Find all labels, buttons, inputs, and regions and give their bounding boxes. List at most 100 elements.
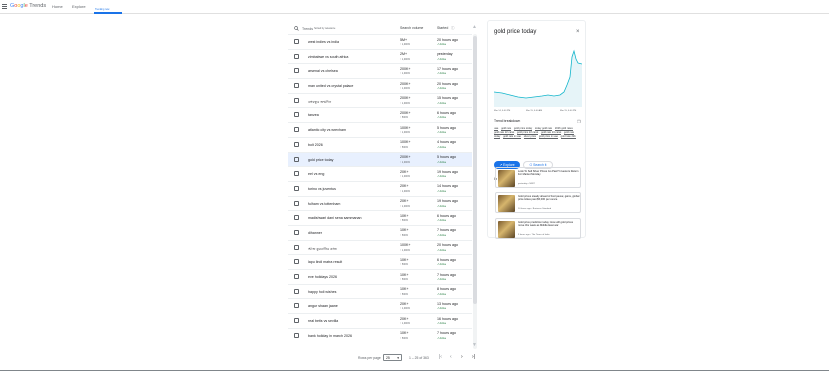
first-page-icon[interactable]: |‹ (439, 354, 442, 360)
breakdown-tag[interactable]: gold rate 22k (560, 135, 576, 139)
copy-icon[interactable]: ❐ (577, 119, 581, 124)
table-row[interactable]: fulham vs tottenham 20K+ ↑ 1,000% 19 hours … (288, 195, 472, 211)
trend-name: bolt 2026 (308, 142, 323, 147)
started-time: 8 hours ago (437, 287, 456, 292)
search-volume: 100K+ (400, 243, 411, 248)
trend-name: atlantic city vs wrexham (308, 128, 346, 133)
row-checkbox[interactable] (294, 303, 299, 309)
started-time: 6 hours ago (437, 257, 456, 262)
table-row[interactable]: tanzea 200K+ ↑ 500% 6 hours ago ↗ Active (288, 107, 472, 122)
started-time: 6 hours ago (437, 213, 456, 218)
row-checkbox[interactable] (294, 97, 299, 103)
status-badge: ↗ Active (437, 146, 446, 149)
trend-name: torino vs juventus (308, 186, 336, 191)
table-row[interactable]: bank holiday in march 2026 10K+ ↑ 500% 7 ho… (288, 327, 472, 343)
breakdown-tag[interactable]: gold rate in uae (503, 135, 521, 139)
volume-change: ↑ 1,000% (400, 43, 410, 46)
scroll-down-icon[interactable]: ▼ (472, 342, 477, 348)
row-checkbox[interactable] (294, 156, 299, 162)
row-checkbox[interactable] (294, 332, 299, 338)
status-badge: ↗ Active (437, 322, 446, 325)
breakdown-tag[interactable]: gold price in uae (538, 135, 558, 139)
news-card[interactable]: Look To Sell Silver Prices Go Past? Inve… (495, 167, 581, 188)
search-volume: 200K+ (400, 155, 411, 159)
search-icon (294, 26, 299, 31)
volume-change: ↑ 1,000% (400, 72, 410, 76)
row-checkbox[interactable] (294, 83, 299, 89)
table-row[interactable]: zimbabwe vs south africa 2M+ ↑ 1,000% yeste… (288, 48, 472, 64)
row-checkbox[interactable] (294, 274, 299, 279)
trend-detail-panel: gold price today × Mar 14, 6:00 PM Mar 1… (487, 20, 586, 239)
table-row[interactable]: lapu lindi matra result 10K+ ↑ 500% 6 hours… (288, 254, 472, 269)
table-row[interactable]: real betis vs sevilla 20K+ ↑ 1,000% 16 hour… (288, 313, 472, 328)
table-row[interactable]: man united vs crystal palace 200K+ ↑ 1,000… (288, 78, 472, 93)
nav-explore[interactable]: Explore (72, 4, 86, 9)
table-row[interactable]: eve holidays 2026 10K+ ↑ 500% 7 hours ago ↗ … (288, 269, 472, 284)
table-row[interactable]: west indies vs india 5M+ ↑ 1,000% 20 hours … (288, 34, 472, 49)
trend-name: eve holidays 2026 (308, 275, 337, 279)
table-row[interactable]: eel vs eng 20K+ ↑ 1,000% 19 hours ago ↗ Acti… (288, 166, 472, 181)
table-row[interactable]: angur shaan jaane 20K+ ↑ 1,000% 13 hours ag… (288, 298, 472, 313)
trend-name: tanzea (308, 113, 319, 118)
rows-per-page-value: 25 (386, 355, 390, 360)
news-card[interactable]: Gold price prediction today: How will go… (495, 218, 581, 239)
trend-name: bank holiday in march 2026 (308, 333, 352, 338)
table-row[interactable]: bolt 2026 100K+ ↑ 500% 4 hours ago ↗ Active (288, 136, 472, 152)
close-icon[interactable]: × (576, 29, 580, 35)
scrollbar-thumb[interactable] (473, 36, 477, 304)
started-time: 15 hours ago (437, 96, 458, 101)
started-time: 14 hours ago (437, 184, 458, 189)
row-checkbox[interactable] (294, 244, 299, 250)
search-volume: 200K+ (400, 110, 411, 115)
status-text: Active (439, 57, 447, 61)
table-row[interactable]: happy holi wishes 10K+ ↑ 500% 8 hours ago ↗ … (288, 283, 472, 299)
row-checkbox[interactable] (294, 318, 299, 324)
trend-name: real betis vs sevilla (308, 319, 339, 324)
trend-name: angur shaan jaane (308, 304, 338, 309)
status-badge: ↗ Active (437, 161, 446, 164)
table-row[interactable]: arsenal vs chelsea 200K+ ↑ 1,000% 17 hours … (288, 63, 472, 78)
rows-per-page-select[interactable]: 25 ▾ (383, 353, 402, 361)
prev-page-icon[interactable]: ‹ (450, 354, 452, 360)
column-header-started[interactable]: Started (437, 26, 448, 30)
search-volume: 10K+ (400, 257, 409, 262)
row-checkbox[interactable] (294, 141, 299, 147)
table-row[interactable]: gold price today 200K+ ↑ 1,000% 5 hours ago… (288, 151, 472, 167)
table-row[interactable]: বঙ্গবন্ধুর জন্মদিন 200K+ ↑ 1,000% 15 hours … (288, 92, 472, 108)
row-checkbox[interactable] (294, 68, 299, 74)
table-row[interactable]: আজ কুরবানির কাজ 100K+ ↑ 1,000% 20 hours ago… (288, 239, 472, 255)
volume-change: ↑ 1,000% (400, 322, 410, 326)
row-checkbox[interactable] (294, 288, 299, 294)
row-checkbox[interactable] (294, 215, 299, 221)
table-row[interactable]: madishwari dani sena sammanan 10K+ ↑ 500% 6… (288, 210, 472, 225)
breakdown-tag[interactable]: silver price (523, 135, 537, 139)
column-header-volume[interactable]: Search volume (400, 26, 423, 30)
next-page-icon[interactable]: › (461, 354, 463, 360)
row-checkbox[interactable] (294, 127, 299, 133)
row-checkbox[interactable] (294, 200, 299, 206)
row-checkbox[interactable] (294, 39, 299, 44)
nav-trending-now[interactable]: Trending now (95, 8, 109, 11)
trends-search[interactable]: Trends Sorted by relevance (294, 24, 379, 33)
status-text: Active (439, 219, 447, 223)
row-checkbox[interactable] (294, 185, 299, 191)
nav-home[interactable]: Home (52, 4, 63, 9)
table-row[interactable]: dihanner 10K+ ↑ 500% 7 hours ago ↗ Active (288, 224, 472, 240)
started-time: 5 hours ago (437, 155, 456, 159)
row-checkbox[interactable] (294, 259, 299, 265)
news-card[interactable]: Gold prices steady ahead of Fed pause; g… (495, 192, 581, 213)
status-text: Active (439, 116, 447, 120)
row-checkbox[interactable] (294, 53, 299, 59)
table-row[interactable]: torino vs juventus 20K+ ↑ 1,000% 14 hours a… (288, 180, 472, 196)
row-checkbox[interactable] (294, 229, 299, 235)
table-row[interactable]: atlantic city vs wrexham 100K+ ↑ 1,000% 5 h… (288, 122, 472, 137)
help-icon[interactable]: ⓘ (451, 26, 455, 31)
row-checkbox[interactable] (294, 171, 299, 177)
google-trends-logo[interactable]: Google Trends (10, 3, 46, 9)
row-checkbox[interactable] (294, 112, 299, 118)
hamburger-menu-icon[interactable] (2, 4, 7, 9)
sort-hint: Sorted by relevance (314, 27, 336, 30)
scroll-up-icon[interactable]: ▲ (472, 24, 477, 30)
started-time: yesterday (437, 52, 453, 57)
last-page-icon[interactable]: ›| (472, 354, 475, 360)
